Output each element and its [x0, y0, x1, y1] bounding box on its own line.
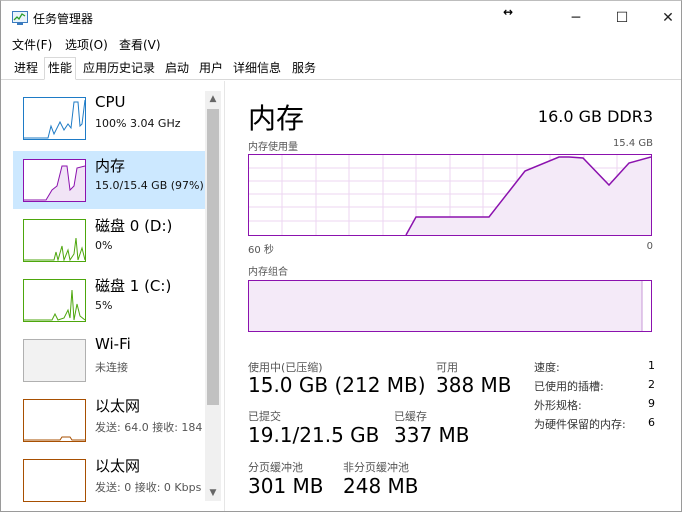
- sidebar-item-memory[interactable]: 内存 15.0/15.4 GB (97%): [13, 151, 205, 209]
- speed-label: 速度:: [534, 361, 560, 374]
- nonpaged-pool-label: 非分页缓冲池: [343, 461, 409, 474]
- menu-file[interactable]: 文件(F): [12, 36, 52, 53]
- menu-bar: 文件(F) 选项(O) 查看(V): [1, 35, 681, 54]
- sidebar-item-disk1[interactable]: 磁盘 1 (C:) 5%: [13, 271, 205, 329]
- in-use-value: 15.0 GB (212 MB): [248, 373, 426, 397]
- time-axis-left: 60 秒: [248, 245, 274, 256]
- hardware-reserved-label: 为硬件保留的内存:: [534, 418, 626, 431]
- paged-pool-value: 301 MB: [248, 474, 324, 498]
- page-title: 内存: [248, 102, 305, 135]
- cached-label: 已缓存: [394, 410, 427, 423]
- title-bar: 任务管理器 ↔ ─ ☐ ✕: [1, 1, 681, 35]
- sidebar-item-sub: 发送: 64.0 接收: 184: [95, 421, 203, 434]
- tab-app-history[interactable]: 应用历史记录: [81, 59, 157, 79]
- committed-label: 已提交: [248, 410, 281, 423]
- scroll-thumb[interactable]: [207, 109, 219, 405]
- nonpaged-pool-value: 248 MB: [343, 474, 419, 498]
- sidebar-scrollbar[interactable]: ▲ ▼: [205, 91, 221, 501]
- usage-graph-max: 15.4 GB: [612, 138, 653, 149]
- time-axis-right: 0: [646, 241, 653, 252]
- sidebar-item-wifi[interactable]: Wi-Fi 未连接: [13, 331, 205, 389]
- memory-detail-panel: 内存 16.0 GB DDR3 内存使用量 15.4 GB 60 秒 0 内存组…: [226, 81, 681, 511]
- wifi-mini-graph: [23, 339, 86, 382]
- tab-users[interactable]: 用户: [197, 59, 225, 79]
- sidebar-item-sub: 5%: [95, 299, 113, 312]
- menu-view[interactable]: 查看(V): [119, 36, 161, 53]
- memory-spec: 16.0 GB DDR3: [537, 107, 653, 126]
- memory-usage-graph: [248, 154, 652, 236]
- sidebar-item-title: Wi-Fi: [95, 335, 131, 353]
- sidebar-item-sub: 未连接: [95, 361, 128, 374]
- close-button[interactable]: ✕: [645, 1, 681, 35]
- sidebar-item-ethernet-1[interactable]: 以太网 发送: 64.0 接收: 184: [13, 391, 205, 449]
- cached-value: 337 MB: [394, 423, 470, 447]
- sidebar-item-ethernet-2[interactable]: 以太网 发送: 0 接收: 0 Kbps: [13, 451, 205, 509]
- memory-mini-graph: [23, 159, 86, 202]
- tab-bar: 进程 性能 应用历史记录 启动 用户 详细信息 服务: [1, 56, 681, 80]
- minimize-button[interactable]: ─: [553, 1, 599, 35]
- sidebar-item-sub: 发送: 0 接收: 0 Kbps: [95, 481, 202, 494]
- tab-services[interactable]: 服务: [290, 59, 318, 79]
- tab-processes[interactable]: 进程: [12, 59, 40, 79]
- sidebar-item-title: 以太网: [95, 457, 141, 475]
- scroll-down-icon[interactable]: ▼: [205, 485, 221, 501]
- cpu-mini-graph: [23, 97, 86, 140]
- usage-graph-label: 内存使用量: [248, 142, 298, 153]
- committed-value: 19.1/21.5 GB: [248, 423, 380, 447]
- form-factor-label: 外形规格:: [534, 399, 582, 412]
- tab-performance[interactable]: 性能: [44, 57, 77, 80]
- disk1-mini-graph: [23, 279, 86, 322]
- menu-options[interactable]: 选项(O): [65, 36, 108, 53]
- sidebar-item-title: 磁盘 0 (D:): [95, 217, 173, 235]
- sidebar-item-sub: 0%: [95, 239, 113, 252]
- form-factor-value: 9: [648, 397, 655, 410]
- sidebar-item-sub: 100% 3.04 GHz: [95, 117, 181, 130]
- sidebar-item-disk0[interactable]: 磁盘 0 (D:) 0%: [13, 211, 205, 269]
- tab-startup[interactable]: 启动: [163, 59, 191, 79]
- maximize-button[interactable]: ☐: [599, 1, 645, 35]
- available-value: 388 MB: [436, 373, 512, 397]
- sidebar-item-title: 内存: [95, 157, 126, 175]
- performance-sidebar: CPU 100% 3.04 GHz 内存 15.0/15.4 GB (97%) …: [1, 81, 225, 511]
- sidebar-item-title: CPU: [95, 93, 126, 111]
- ethernet2-mini-graph: [23, 459, 86, 502]
- sidebar-item-cpu[interactable]: CPU 100% 3.04 GHz: [13, 89, 205, 147]
- composition-graph-label: 内存组合: [248, 267, 288, 278]
- resize-cursor-icon: ↔: [503, 5, 514, 19]
- speed-value: 1: [648, 359, 655, 372]
- window-title: 任务管理器: [33, 12, 94, 26]
- paged-pool-label: 分页缓冲池: [248, 461, 303, 474]
- ethernet1-mini-graph: [23, 399, 86, 442]
- hardware-reserved-value: 6: [648, 416, 655, 429]
- sidebar-item-title: 磁盘 1 (C:): [95, 277, 172, 295]
- task-manager-icon: [12, 11, 28, 25]
- slots-used-value: 2: [648, 378, 655, 391]
- sidebar-item-title: 以太网: [95, 397, 141, 415]
- disk0-mini-graph: [23, 219, 86, 262]
- scroll-up-icon[interactable]: ▲: [205, 91, 221, 107]
- task-manager-window: 任务管理器 ↔ ─ ☐ ✕ 文件(F) 选项(O) 查看(V) 进程 性能 应用…: [0, 0, 682, 512]
- tab-details[interactable]: 详细信息: [231, 59, 283, 79]
- sidebar-item-sub: 15.0/15.4 GB (97%): [95, 179, 204, 192]
- memory-composition-graph: [248, 280, 652, 332]
- slots-used-label: 已使用的插槽:: [534, 380, 604, 393]
